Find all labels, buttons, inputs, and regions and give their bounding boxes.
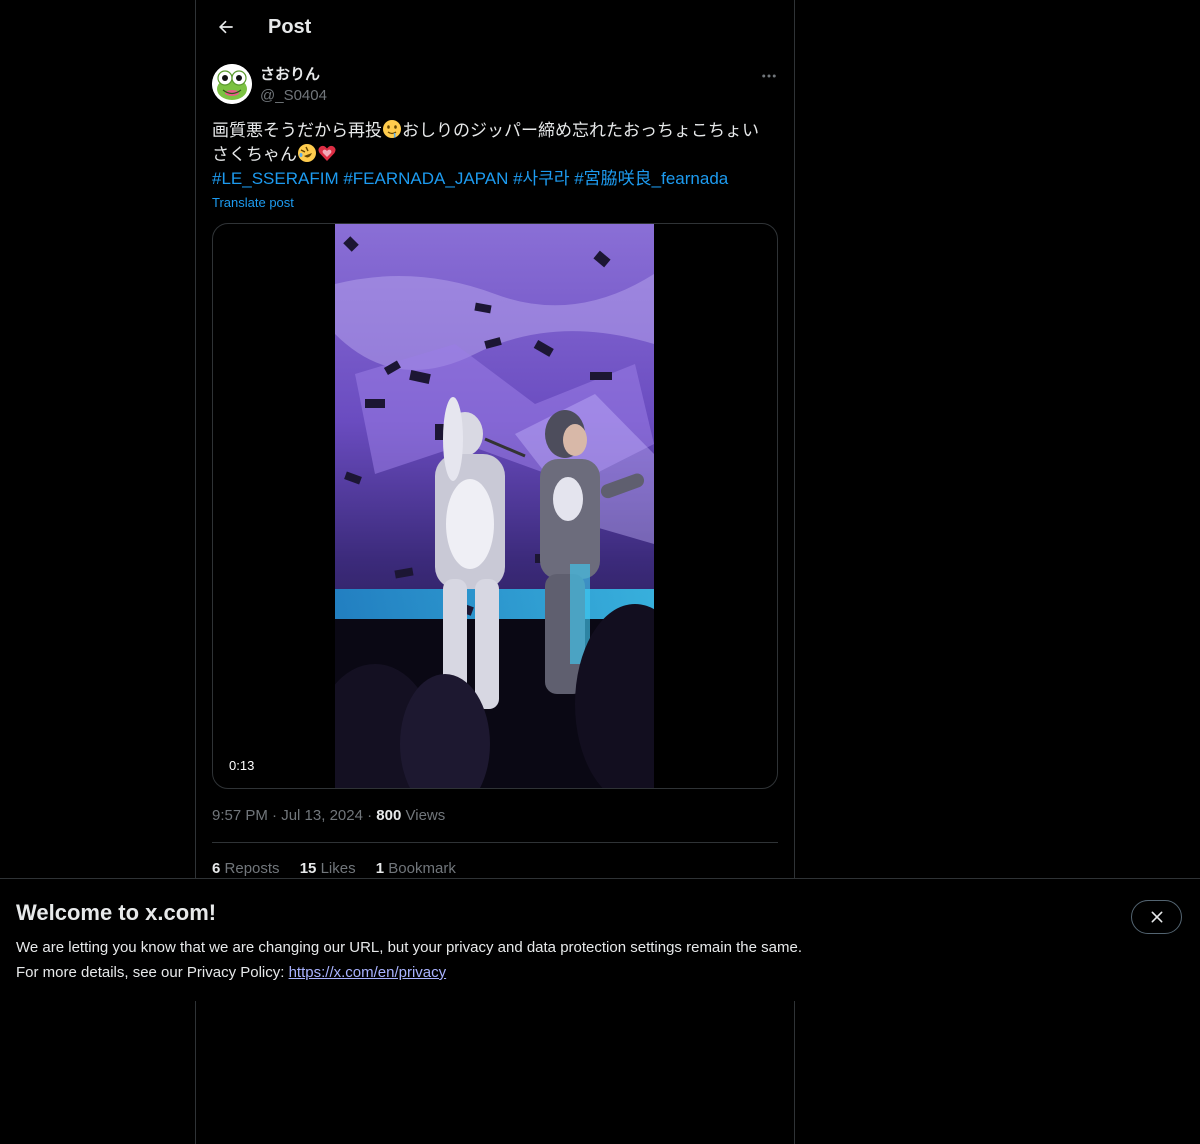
close-icon (1151, 911, 1162, 923)
banner-line2-prefix: For more details, see our Privacy Policy… (16, 964, 289, 981)
page-header: Post (196, 0, 794, 54)
post-text-part2: おしりのジッパー締め忘れたおっちょこちょい (402, 121, 759, 140)
close-banner-button[interactable] (1131, 900, 1182, 934)
post-hashtags: #LE_SSERAFIM #FEARNADA_JAPAN #사쿠라 #宮脇咲良_… (212, 167, 778, 191)
drooling-face-emoji-icon (383, 120, 401, 138)
views-count: 800 (376, 807, 402, 824)
post-date[interactable]: Jul 13, 2024 (281, 807, 363, 824)
meta-separator: · (367, 807, 373, 824)
url-change-banner: Welcome to x.com! We are letting you kno… (0, 878, 1200, 1001)
bookmarks-count: 1 (375, 860, 385, 877)
translate-post-link[interactable]: Translate post (212, 194, 294, 212)
likes-stat[interactable]: 15 Likes (300, 859, 356, 879)
likes-label: Likes (320, 860, 356, 877)
reposts-count: 6 (212, 860, 221, 877)
hashtag-link[interactable]: #LE_SSERAFIM (212, 169, 339, 188)
back-button[interactable] (208, 9, 244, 45)
post-text-part3: さくちゃん (212, 145, 297, 164)
banner-title: Welcome to x.com! (16, 900, 217, 925)
hashtag-link[interactable]: #사쿠라 (513, 169, 569, 188)
more-options-button[interactable] (752, 64, 786, 88)
rolling-on-floor-laughing-emoji-icon (298, 144, 316, 162)
likes-count: 15 (299, 860, 317, 877)
post-stats: 6 Reposts 15 Likes 1 Bookmark (212, 859, 472, 879)
bookmarks-label: Bookmark (388, 860, 456, 877)
post-text: 画質悪そうだから再投 おしりのジッパー締め忘れたおっちょこちょい さくちゃん (212, 119, 778, 167)
author-handle[interactable]: @_S0404 (260, 86, 327, 106)
post-text-part1: 画質悪そうだから再投 (212, 121, 382, 140)
avatar[interactable] (212, 64, 252, 104)
video-frame[interactable] (335, 224, 654, 788)
video-duration: 0:13 (229, 758, 255, 773)
author-display-name[interactable]: さおりん (260, 65, 320, 85)
more-horizontal-icon (762, 74, 776, 78)
bookmarks-stat[interactable]: 1 Bookmark (376, 859, 456, 879)
page-title: Post (268, 16, 312, 38)
video-player[interactable]: 0:13 (212, 223, 778, 789)
views-label: Views (405, 807, 446, 824)
reposts-label: Reposts (224, 860, 280, 877)
post-meta: 9:57 PM · Jul 13, 2024 · 800 Views (212, 806, 445, 826)
post-time[interactable]: 9:57 PM (212, 807, 268, 824)
banner-body: We are letting you know that we are chan… (16, 935, 802, 985)
hashtag-link[interactable]: #FEARNADA_JAPAN (343, 169, 508, 188)
arrow-left-icon (218, 20, 233, 34)
hashtag-link[interactable]: #宮脇咲良_fearnada (574, 169, 728, 188)
meta-separator: · (272, 807, 278, 824)
divider (212, 842, 778, 843)
frog-avatar-icon (212, 64, 252, 104)
privacy-policy-link[interactable]: https://x.com/en/privacy (289, 964, 447, 981)
reposts-stat[interactable]: 6 Reposts (212, 859, 280, 879)
video-thumbnail (335, 224, 654, 788)
growing-heart-emoji-icon (318, 145, 336, 161)
banner-line1: We are letting you know that we are chan… (16, 939, 802, 956)
